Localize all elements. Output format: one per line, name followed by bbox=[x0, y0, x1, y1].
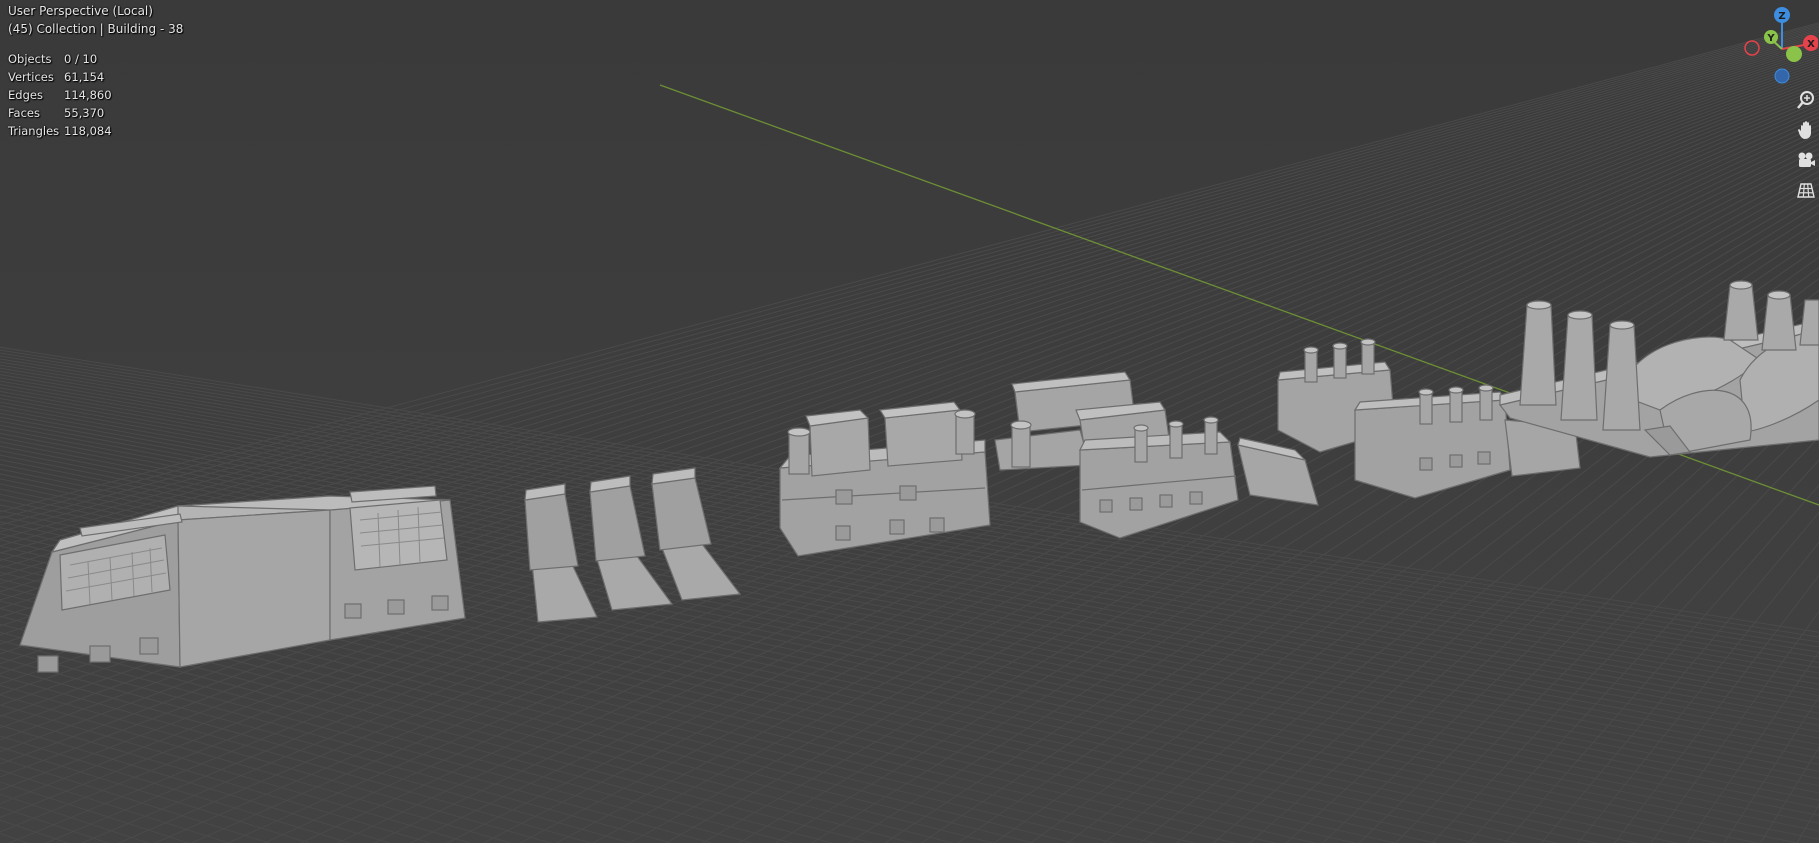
zoom-icon bbox=[1796, 90, 1814, 109]
gizmo-neg-z-handle[interactable] bbox=[1774, 68, 1790, 84]
stat-row-edges: Edges 114,860 bbox=[8, 86, 112, 104]
scene-canvas[interactable] bbox=[0, 0, 1819, 843]
stat-value: 118,084 bbox=[64, 124, 112, 138]
grid-ortho-icon bbox=[1796, 182, 1815, 198]
stat-value: 0 / 10 bbox=[64, 52, 98, 66]
view-perspective-label: User Perspective (Local) bbox=[8, 4, 153, 18]
zoom-button[interactable] bbox=[1792, 86, 1819, 113]
camera-view-button[interactable] bbox=[1792, 146, 1819, 173]
stat-label: Edges bbox=[8, 88, 43, 102]
gizmo-z-label: Z bbox=[1778, 11, 1785, 22]
gizmo-y-label: Y bbox=[1766, 33, 1775, 44]
camera-icon bbox=[1798, 152, 1815, 167]
navigation-gizmo[interactable]: Y Z X bbox=[1738, 6, 1818, 86]
stat-row-vertices: Vertices 61,154 bbox=[8, 68, 112, 86]
ortho-toggle-button[interactable] bbox=[1792, 176, 1819, 203]
scene-statistics: Objects 0 / 10 Vertices 61,154 Edges 114… bbox=[8, 50, 112, 140]
stat-label: Objects bbox=[8, 52, 52, 66]
stat-value: 114,860 bbox=[64, 88, 112, 102]
stat-row-faces: Faces 55,370 bbox=[8, 104, 112, 122]
pan-button[interactable] bbox=[1792, 116, 1819, 143]
gizmo-neg-x-handle[interactable] bbox=[1744, 40, 1760, 56]
stat-row-objects: Objects 0 / 10 bbox=[8, 50, 112, 68]
gizmo-x-label: X bbox=[1807, 39, 1815, 50]
stat-value: 55,370 bbox=[64, 106, 105, 120]
gizmo-neg-y-handle[interactable] bbox=[1786, 46, 1802, 62]
active-object-label: (45) Collection | Building - 38 bbox=[8, 22, 184, 36]
stat-row-triangles: Triangles 118,084 bbox=[8, 122, 112, 140]
stat-value: 61,154 bbox=[64, 70, 105, 84]
stat-label: Triangles bbox=[8, 124, 60, 138]
hand-pan-icon bbox=[1797, 120, 1811, 139]
stat-label: Faces bbox=[8, 106, 40, 120]
3d-viewport[interactable]: User Perspective (Local) (45) Collection… bbox=[0, 0, 1819, 843]
stat-label: Vertices bbox=[8, 70, 54, 84]
